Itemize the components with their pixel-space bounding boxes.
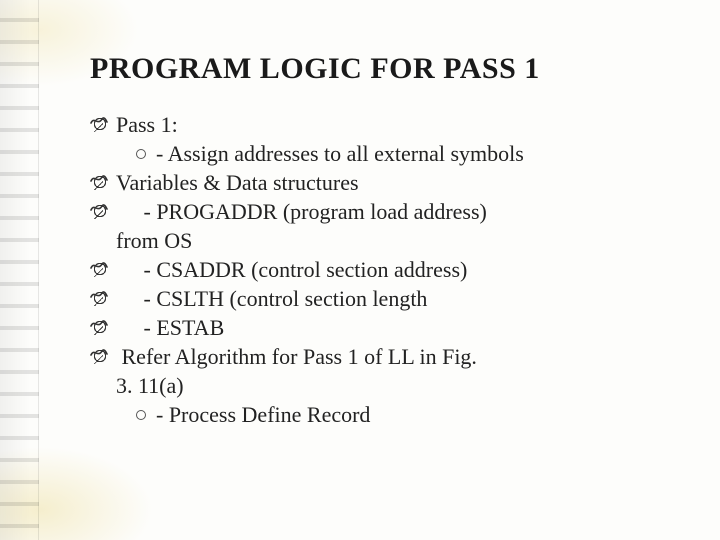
- bullet-progaddr: - PROGADDR (program load address): [90, 197, 660, 226]
- squiggle-icon: [90, 288, 110, 302]
- bullet-pass1: Pass 1:: [90, 110, 660, 139]
- squiggle-icon: [90, 346, 110, 360]
- text: - ESTAB: [116, 315, 224, 340]
- bullet-progaddr-cont: from OS: [90, 226, 660, 255]
- squiggle-icon: [90, 201, 110, 215]
- bullet-refer-cont: 3. 11(a): [90, 371, 660, 400]
- bullet-cslth: - CSLTH (control section length: [90, 284, 660, 313]
- bullet-refer: Refer Algorithm for Pass 1 of LL in Fig.: [90, 342, 660, 371]
- circle-icon: [136, 149, 146, 159]
- text: - PROGADDR (program load address): [116, 199, 487, 224]
- bullet-csaddr: - CSADDR (control section address): [90, 255, 660, 284]
- text: Refer Algorithm for Pass 1 of LL in Fig.: [116, 344, 477, 369]
- subbullet-process: - Process Define Record: [90, 400, 660, 429]
- text: - Assign addresses to all external symbo…: [156, 141, 524, 166]
- squiggle-icon: [90, 259, 110, 273]
- squiggle-icon: [90, 172, 110, 186]
- text: - CSLTH (control section length: [116, 286, 427, 311]
- text: - Process Define Record: [156, 402, 370, 427]
- squiggle-icon: [90, 317, 110, 331]
- bullet-variables: Variables & Data structures: [90, 168, 660, 197]
- slide-title: PROGRAM LOGIC FOR PASS 1: [90, 52, 660, 86]
- text: - CSADDR (control section address): [116, 257, 467, 282]
- squiggle-icon: [90, 114, 110, 128]
- bullet-estab: - ESTAB: [90, 313, 660, 342]
- text: Variables & Data structures: [116, 170, 359, 195]
- subbullet-assign: - Assign addresses to all external symbo…: [90, 139, 660, 168]
- text: Pass 1:: [116, 112, 178, 137]
- slide: PROGRAM LOGIC FOR PASS 1 Pass 1: - Assig…: [0, 0, 720, 540]
- slide-body: Pass 1: - Assign addresses to all extern…: [90, 110, 660, 429]
- circle-icon: [136, 410, 146, 420]
